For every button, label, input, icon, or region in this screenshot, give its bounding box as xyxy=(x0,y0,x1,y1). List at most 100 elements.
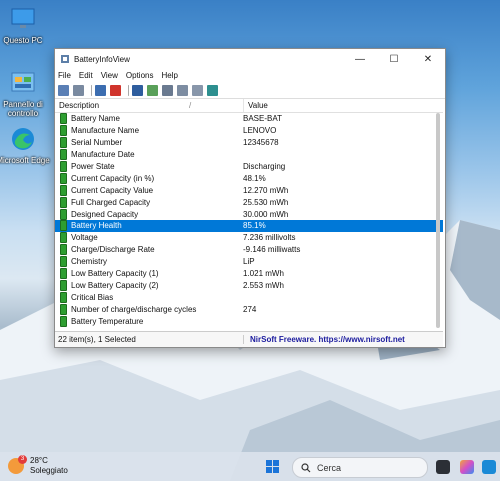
taskbar-search[interactable]: Cerca xyxy=(292,457,428,478)
battery-icon xyxy=(60,291,67,303)
row-description: Critical Bias xyxy=(71,292,114,302)
battery-icon xyxy=(60,161,67,172)
row-value: Discharging xyxy=(243,162,286,171)
row-description-cell: Full Charged Capacity xyxy=(55,196,239,208)
taskbar: 3 28°C Soleggiato Cerca xyxy=(0,452,500,481)
row-description-cell: Serial Number xyxy=(55,137,239,149)
table-row[interactable]: Low Battery Capacity (1) 1.021 mWh xyxy=(55,268,443,280)
table-row[interactable]: Serial Number 12345678 xyxy=(55,137,443,149)
column-description-label: Description xyxy=(59,101,100,110)
battery-icon xyxy=(60,137,67,149)
battery-icon xyxy=(60,303,67,315)
row-description: Power State xyxy=(71,162,115,171)
row-value: 12345678 xyxy=(243,138,279,148)
desktop-icon-this-pc[interactable]: Questo PC xyxy=(0,6,53,45)
table-row[interactable]: Current Capacity Value 12.270 mWh xyxy=(55,184,443,196)
row-value: 7.236 millivolts xyxy=(243,233,296,243)
table-row[interactable]: Chemistry LiP xyxy=(55,256,443,268)
row-description-cell: Number of charge/discharge cycles xyxy=(55,303,239,315)
table-row[interactable]: Battery Health 85.1% xyxy=(55,220,443,232)
menu-options[interactable]: Options xyxy=(126,71,154,80)
column-description[interactable]: Description / xyxy=(55,99,244,112)
row-value: LENOVO xyxy=(243,126,277,136)
battery-icon xyxy=(60,268,67,280)
toolbar xyxy=(55,82,445,99)
desktop-icon-label: Questo PC xyxy=(3,36,43,45)
row-description: Current Capacity Value xyxy=(71,185,154,195)
nirsoft-link[interactable]: NirSoft Freeware. https://www.nirsoft.ne… xyxy=(244,335,405,344)
properties-icon[interactable] xyxy=(58,84,69,96)
menu-edit[interactable]: Edit xyxy=(79,71,93,80)
status-bar: 22 item(s), 1 Selected NirSoft Freeware.… xyxy=(55,331,443,347)
exit-icon[interactable] xyxy=(207,84,218,96)
sort-indicator: / xyxy=(189,101,192,110)
close-button[interactable]: ✕ xyxy=(411,49,445,69)
copy-icon[interactable] xyxy=(147,84,158,96)
menu-file[interactable]: File xyxy=(58,71,71,80)
table-row[interactable]: Battery Temperature xyxy=(55,315,443,327)
table-row[interactable]: Current Capacity (in %) 48.1% xyxy=(55,172,443,184)
table-row[interactable]: Low Battery Capacity (2) 2.553 mWh xyxy=(55,279,443,291)
table-row[interactable]: Charge/Discharge Rate -9.146 milliwatts xyxy=(55,244,443,256)
vertical-scrollbar[interactable] xyxy=(436,113,440,328)
table-row[interactable]: Designed Capacity 30.000 mWh xyxy=(55,208,443,220)
app-icon xyxy=(61,55,69,63)
battery-info-icon[interactable] xyxy=(73,84,84,96)
table-row[interactable]: Manufacture Name LENOVO xyxy=(55,125,443,137)
refresh-icon[interactable] xyxy=(95,84,106,96)
desktop-icon-edge[interactable]: Microsoft Edge xyxy=(0,126,53,165)
table-row[interactable]: Battery Name BASE-BAT xyxy=(55,113,443,125)
row-description: Battery Temperature xyxy=(71,316,144,326)
sun-icon: 3 xyxy=(8,455,27,474)
battery-icon xyxy=(60,220,67,232)
html-report-icon[interactable] xyxy=(162,84,173,96)
row-value: 274 xyxy=(243,304,257,314)
column-value[interactable]: Value xyxy=(244,99,368,112)
table-row[interactable]: Manufacture Date xyxy=(55,149,443,161)
notification-badge: 3 xyxy=(18,455,27,464)
list-header: Description / Value xyxy=(55,99,443,113)
maximize-button[interactable]: ☐ xyxy=(377,49,411,69)
row-description-cell: Battery Temperature xyxy=(55,315,239,327)
task-view-icon[interactable] xyxy=(436,460,450,474)
edge-taskbar-icon[interactable] xyxy=(482,460,496,474)
options-icon[interactable] xyxy=(192,84,203,96)
row-description-cell: Current Capacity Value xyxy=(55,184,239,196)
battery-icon xyxy=(60,244,67,256)
menu-help[interactable]: Help xyxy=(161,71,177,80)
weather-condition: Soleggiato xyxy=(30,466,68,475)
row-description-cell: Manufacture Date xyxy=(55,149,239,161)
row-description: Current Capacity (in %) xyxy=(71,173,155,183)
minimize-button[interactable]: — xyxy=(343,49,377,69)
control-panel-icon xyxy=(11,72,35,92)
row-description: Designed Capacity xyxy=(71,209,139,219)
battery-icon xyxy=(60,256,67,268)
row-description: Low Battery Capacity (2) xyxy=(71,280,159,290)
search-icon xyxy=(301,462,311,472)
row-description-cell: Power State xyxy=(55,161,239,172)
battery-icon xyxy=(60,125,67,137)
table-row[interactable]: Full Charged Capacity 25.530 mWh xyxy=(55,196,443,208)
find-icon[interactable] xyxy=(177,84,188,96)
delete-icon[interactable] xyxy=(110,84,121,96)
save-icon[interactable] xyxy=(132,84,143,96)
row-description: Manufacture Date xyxy=(71,150,135,160)
row-description-cell: Voltage xyxy=(55,232,239,244)
menu-view[interactable]: View xyxy=(101,71,118,80)
copilot-icon[interactable] xyxy=(460,460,474,474)
row-value: -9.146 milliwatts xyxy=(243,245,301,255)
table-row[interactable]: Power State Discharging xyxy=(55,161,443,173)
row-value: 30.000 mWh xyxy=(243,209,289,219)
weather-widget[interactable]: 3 28°C Soleggiato xyxy=(8,455,68,476)
table-row[interactable]: Critical Bias xyxy=(55,291,443,303)
title-bar[interactable]: BatteryInfoView — ☐ ✕ xyxy=(55,49,445,69)
battery-icon xyxy=(60,196,67,208)
toolbar-separator xyxy=(128,84,129,96)
start-button[interactable] xyxy=(266,460,280,474)
desktop-icon-control-panel[interactable]: Pannello di controllo xyxy=(0,70,53,118)
table-row[interactable]: Number of charge/discharge cycles 274 xyxy=(55,303,443,315)
battery-icon xyxy=(60,208,67,220)
battery-icon xyxy=(60,232,67,244)
table-row[interactable]: Voltage 7.236 millivolts xyxy=(55,232,443,244)
battery-icon xyxy=(60,315,67,327)
